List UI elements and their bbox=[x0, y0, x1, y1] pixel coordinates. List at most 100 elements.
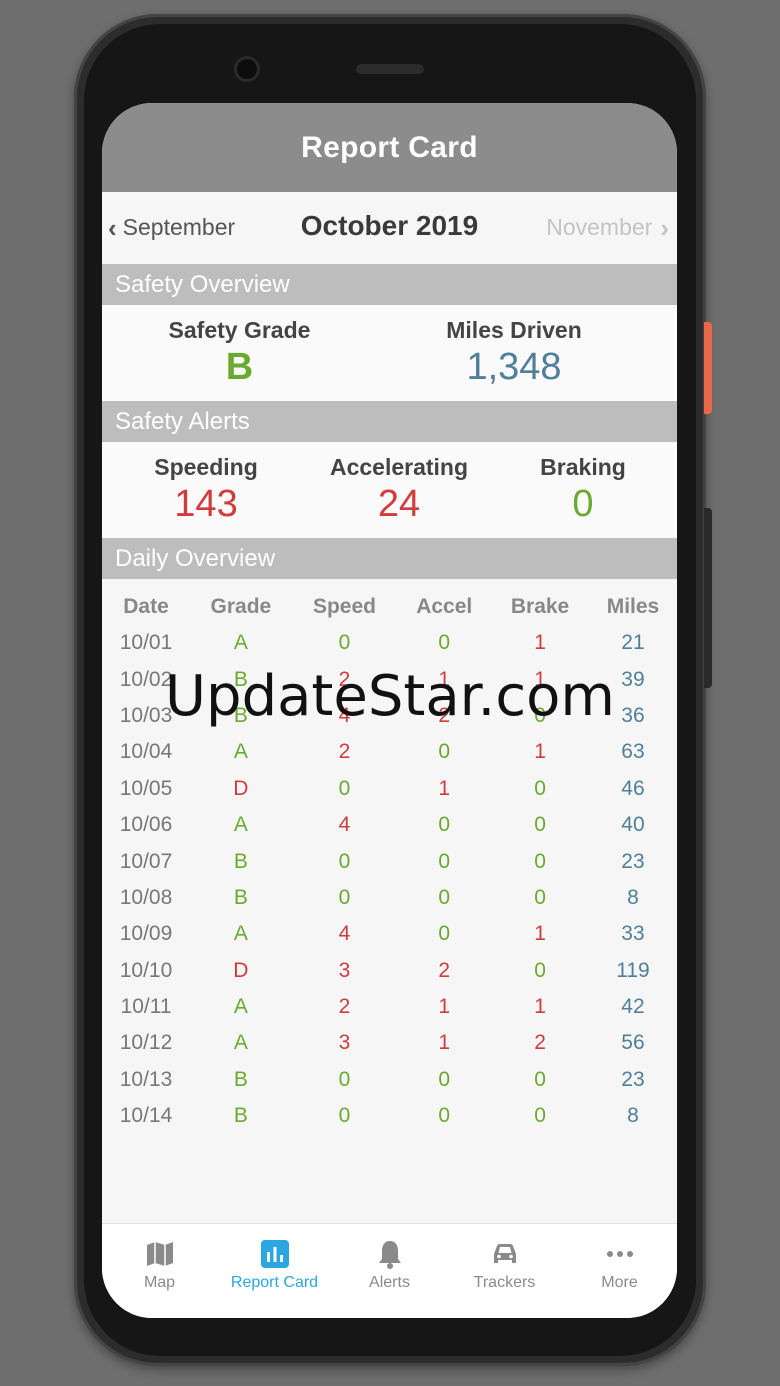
speeding-label: Speeding bbox=[154, 454, 258, 480]
volume-button bbox=[704, 508, 712, 688]
column-header: Accel bbox=[416, 595, 473, 618]
table-cell-date: 10/12 bbox=[119, 1031, 173, 1055]
table-cell-speed: 2 bbox=[338, 740, 351, 764]
table-cell-accel: 2 bbox=[438, 703, 451, 727]
column-header: Miles bbox=[606, 595, 660, 618]
table-cell-grade: A bbox=[233, 813, 248, 837]
table-cell-speed: 3 bbox=[338, 1031, 351, 1055]
app-screen: Report Card ‹ September October 2019 Nov… bbox=[102, 103, 677, 1318]
table-cell-miles: 21 bbox=[621, 631, 645, 655]
accelerating-label: Accelerating bbox=[329, 454, 469, 480]
table-cell-speed: 0 bbox=[338, 1067, 351, 1091]
tab-label: Trackers bbox=[473, 1274, 536, 1291]
table-cell-date: 10/06 bbox=[119, 813, 173, 837]
safety-overview-header: Safety Overview bbox=[102, 264, 677, 305]
table-cell-date: 10/08 bbox=[119, 885, 173, 909]
front-camera bbox=[234, 56, 260, 82]
table-cell-brake: 0 bbox=[534, 776, 546, 800]
table-row: 10/07 B 0 0 0 23 bbox=[102, 843, 677, 879]
table-cell-date: 10/10 bbox=[119, 958, 173, 982]
table-cell-grade: B bbox=[233, 1104, 248, 1128]
table-cell-miles: 36 bbox=[621, 703, 645, 727]
table-cell-miles: 23 bbox=[621, 1067, 645, 1091]
table-cell-speed: 3 bbox=[338, 958, 351, 982]
table-row: 10/14 B 0 0 0 8 bbox=[102, 1098, 677, 1134]
tab-label: Report Card bbox=[230, 1274, 319, 1291]
next-month-label: November bbox=[546, 214, 653, 240]
table-cell-brake: 0 bbox=[534, 1104, 546, 1128]
table-row: 10/03 B 4 2 0 36 bbox=[102, 698, 677, 734]
table-row: 10/10 D 3 2 0 119 bbox=[102, 953, 677, 989]
table-cell-accel: 0 bbox=[438, 1104, 451, 1128]
table-cell-miles: 33 bbox=[621, 922, 645, 946]
tab-map[interactable]: Map bbox=[102, 1224, 217, 1318]
miles-driven-label: Miles Driven bbox=[446, 317, 582, 343]
table-cell-accel: 0 bbox=[438, 1067, 451, 1091]
column-header: Date bbox=[123, 595, 169, 618]
car-icon bbox=[493, 1244, 516, 1263]
table-cell-accel: 0 bbox=[438, 922, 451, 946]
table-row: 10/12 A 3 1 2 56 bbox=[102, 1025, 677, 1061]
table-cell-brake: 0 bbox=[534, 849, 546, 873]
safety-grade-stat: Safety Grade B bbox=[142, 317, 337, 389]
table-cell-accel: 2 bbox=[438, 958, 451, 982]
accelerating-stat: Accelerating 24 bbox=[316, 454, 482, 526]
table-cell-speed: 4 bbox=[338, 922, 351, 946]
table-cell-miles: 46 bbox=[621, 776, 645, 800]
table-cell-speed: 2 bbox=[338, 995, 351, 1019]
column-header: Grade bbox=[210, 595, 272, 618]
bar-chart-icon bbox=[260, 1240, 289, 1268]
table-cell-miles: 56 bbox=[621, 1031, 645, 1055]
table-cell-brake: 0 bbox=[534, 1067, 546, 1091]
tab-label: More bbox=[601, 1274, 638, 1291]
table-cell-grade: A bbox=[233, 1031, 248, 1055]
table-cell-miles: 23 bbox=[621, 849, 645, 873]
speeding-value: 143 bbox=[174, 483, 238, 525]
table-cell-speed: 4 bbox=[338, 703, 351, 727]
table-cell-grade: A bbox=[233, 922, 248, 946]
daily-overview-header: Daily Overview bbox=[102, 538, 677, 579]
tab-alerts[interactable]: Alerts bbox=[332, 1224, 447, 1318]
table-cell-grade: B bbox=[233, 1067, 248, 1091]
table-cell-grade: A bbox=[233, 740, 248, 764]
tab-label: Alerts bbox=[369, 1274, 410, 1291]
more-icon bbox=[606, 1251, 633, 1257]
table-cell-speed: 0 bbox=[338, 776, 351, 800]
table-cell-brake: 1 bbox=[534, 667, 546, 691]
table-cell-speed: 0 bbox=[338, 1104, 351, 1128]
table-cell-date: 10/01 bbox=[119, 631, 173, 655]
table-cell-speed: 0 bbox=[338, 631, 351, 655]
table-cell-brake: 1 bbox=[534, 922, 546, 946]
table-cell-date: 10/04 bbox=[119, 740, 173, 764]
safety-overview: Safety Grade B Miles Driven 1,348 bbox=[102, 305, 677, 401]
bell-icon bbox=[378, 1241, 401, 1269]
safety-alerts-header: Safety Alerts bbox=[102, 401, 677, 442]
chevron-right-icon: › bbox=[660, 212, 669, 243]
power-button bbox=[704, 322, 712, 414]
table-cell-date: 10/14 bbox=[119, 1104, 173, 1128]
table-cell-accel: 1 bbox=[438, 667, 451, 691]
table-cell-accel: 1 bbox=[438, 995, 451, 1019]
table-cell-accel: 0 bbox=[438, 740, 451, 764]
table-row: 10/04 A 2 0 1 63 bbox=[102, 734, 677, 770]
table-header-row: Date Grade Speed Accel Brake Miles bbox=[102, 589, 677, 625]
safety-grade-value: B bbox=[225, 346, 254, 388]
table-cell-speed: 0 bbox=[338, 885, 351, 909]
table-cell-speed: 0 bbox=[338, 849, 351, 873]
table-row: 10/08 B 0 0 0 8 bbox=[102, 880, 677, 916]
column-header: Speed bbox=[312, 595, 376, 618]
table-cell-accel: 0 bbox=[438, 631, 451, 655]
table-cell-date: 10/11 bbox=[120, 995, 172, 1019]
table-cell-accel: 0 bbox=[438, 813, 451, 837]
next-month-button[interactable]: November › bbox=[546, 214, 669, 241]
tab-trackers[interactable]: Trackers bbox=[447, 1224, 562, 1318]
table-cell-accel: 1 bbox=[438, 776, 451, 800]
tab-more[interactable]: More bbox=[562, 1224, 677, 1318]
tab-report-card[interactable]: Report Card bbox=[217, 1224, 332, 1318]
table-cell-brake: 0 bbox=[534, 958, 546, 982]
table-cell-grade: B bbox=[233, 885, 248, 909]
table-body: 10/01 A 0 0 1 21 10/02 B 2 1 1 39 10/03 B 4 2 0 36 10/04 A 2… bbox=[102, 625, 677, 1134]
table-cell-accel: 0 bbox=[438, 849, 451, 873]
table-cell-miles: 8 bbox=[627, 885, 639, 909]
table-cell-date: 10/03 bbox=[119, 703, 173, 727]
